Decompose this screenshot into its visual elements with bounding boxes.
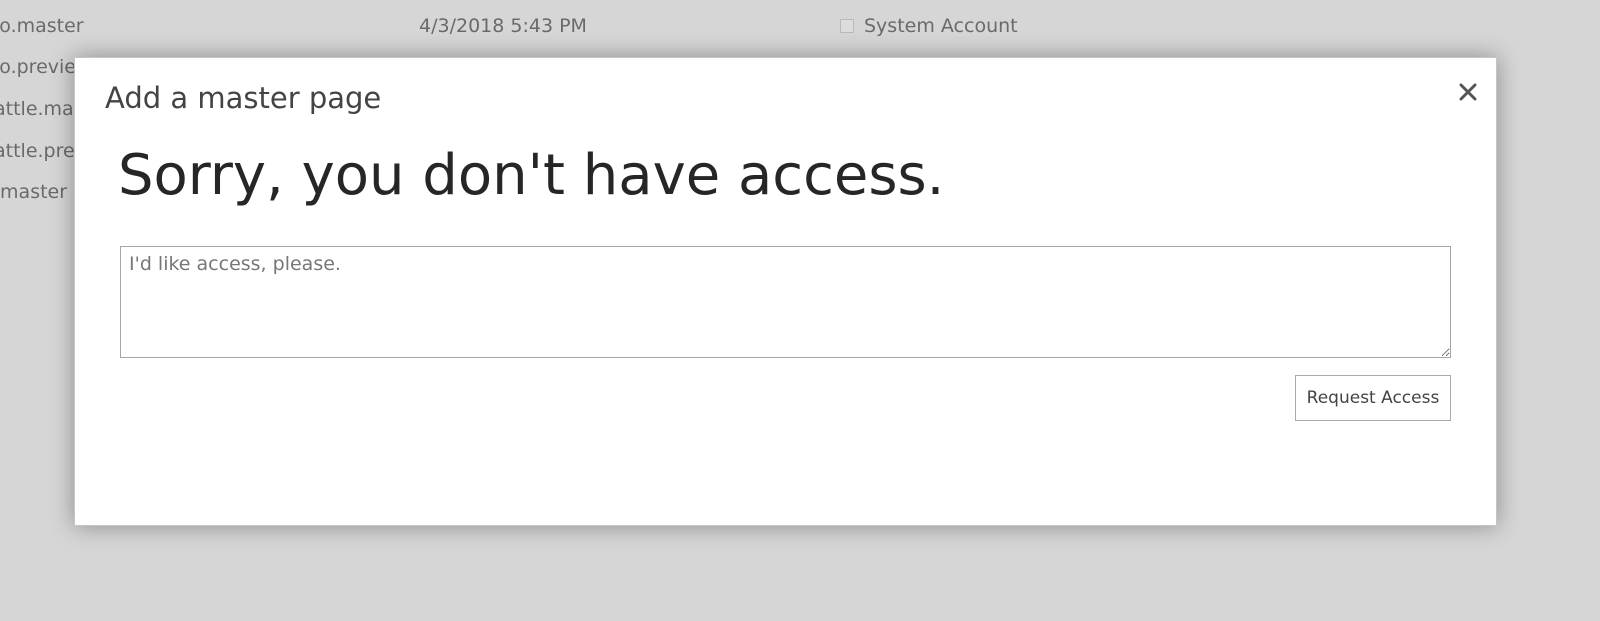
modified-date: 4/3/2018 5:43 PM	[419, 15, 587, 37]
list-item[interactable]: lo.master 4/3/2018 5:43 PM System Accoun…	[0, 14, 1600, 38]
file-name[interactable]: attle.ma	[0, 97, 74, 121]
file-name[interactable]: .master	[0, 180, 67, 204]
file-name[interactable]: lo.master	[0, 14, 84, 38]
access-denied-heading: Sorry, you don't have access.	[118, 143, 945, 208]
file-name[interactable]: attle.pre	[0, 139, 75, 163]
dialog-title: Add a master page	[105, 81, 382, 115]
presence-checkbox-icon	[840, 19, 854, 33]
modified-by: System Account	[840, 14, 1018, 38]
request-access-button[interactable]: Request Access	[1295, 375, 1451, 421]
close-icon	[1459, 83, 1477, 101]
add-master-page-dialog: Add a master page Sorry, you don't have …	[74, 57, 1497, 526]
file-name[interactable]: lo.previe	[0, 55, 76, 79]
close-button[interactable]	[1450, 74, 1486, 110]
author-name: System Account	[864, 15, 1018, 37]
access-request-message-input[interactable]	[120, 246, 1451, 358]
